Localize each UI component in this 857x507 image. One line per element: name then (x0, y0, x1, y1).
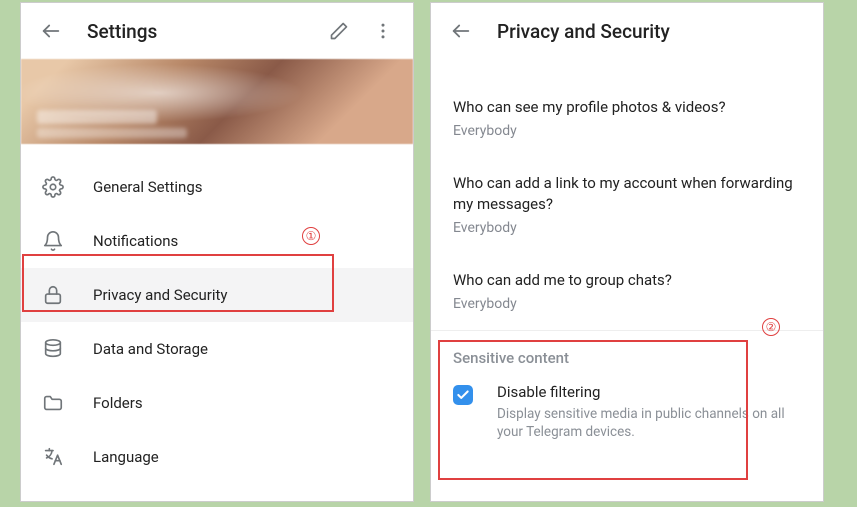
sensitive-content-header: Sensitive content (431, 331, 823, 373)
more-vertical-icon[interactable] (371, 19, 395, 43)
privacy-item-forward-link[interactable]: Who can add a link to my account when fo… (431, 157, 823, 254)
folder-icon (41, 391, 65, 415)
checkbox-checked-icon[interactable] (453, 385, 473, 405)
privacy-item-title: Who can see my profile photos & videos? (453, 97, 801, 117)
privacy-item-value: Everybody (453, 220, 801, 236)
privacy-item-value: Everybody (453, 123, 801, 139)
profile-name-blurred (37, 110, 157, 124)
menu-notifications[interactable]: Notifications (21, 214, 413, 268)
disable-filtering-desc: Display sensitive media in public channe… (497, 405, 801, 441)
gear-icon (41, 175, 65, 199)
privacy-item-value: Everybody (453, 296, 801, 312)
database-icon (41, 337, 65, 361)
menu-privacy-security[interactable]: Privacy and Security (21, 268, 413, 322)
menu-label: Language (93, 448, 159, 466)
disable-filtering-title: Disable filtering (497, 383, 801, 401)
settings-panel: Settings General Settings Notifications (20, 2, 414, 502)
menu-label: General Settings (93, 178, 203, 196)
edit-pencil-icon[interactable] (327, 19, 351, 43)
privacy-item-profile-photos[interactable]: Who can see my profile photos & videos? … (431, 81, 823, 157)
back-arrow-icon[interactable] (449, 19, 473, 43)
menu-data-storage[interactable]: Data and Storage (21, 322, 413, 376)
profile-header-image[interactable] (21, 59, 413, 144)
back-arrow-icon[interactable] (39, 19, 63, 43)
menu-general-settings[interactable]: General Settings (21, 160, 413, 214)
lock-icon (41, 283, 65, 307)
disable-filtering-row[interactable]: Disable filtering Display sensitive medi… (431, 373, 823, 463)
menu-label: Privacy and Security (93, 286, 228, 304)
menu-label: Notifications (93, 232, 178, 250)
privacy-item-group-chats[interactable]: Who can add me to group chats? Everybody (431, 254, 823, 331)
privacy-title: Privacy and Security (497, 20, 805, 43)
privacy-item-title: Who can add a link to my account when fo… (453, 173, 801, 214)
language-icon (41, 445, 65, 469)
profile-status-blurred (37, 128, 187, 138)
menu-label: Folders (93, 394, 143, 412)
privacy-item-title: Who can add me to group chats? (453, 270, 801, 290)
menu-label: Data and Storage (93, 340, 208, 358)
menu-folders[interactable]: Folders (21, 376, 413, 430)
privacy-panel: Privacy and Security Who can see my prof… (430, 2, 824, 502)
menu-language[interactable]: Language (21, 430, 413, 484)
bell-icon (41, 229, 65, 253)
settings-title: Settings (87, 20, 303, 43)
settings-header: Settings (21, 3, 413, 59)
privacy-header: Privacy and Security (431, 3, 823, 59)
